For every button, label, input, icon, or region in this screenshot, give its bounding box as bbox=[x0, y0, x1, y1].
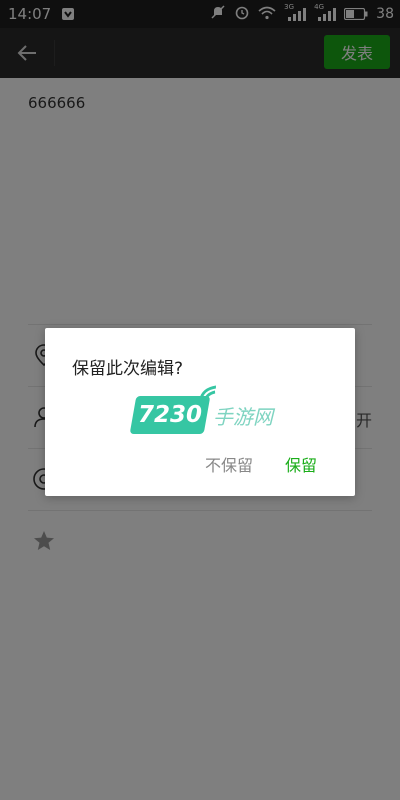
watermark-text: 手游网 bbox=[213, 404, 273, 429]
keep-button[interactable]: 保留 bbox=[285, 452, 317, 476]
discard-button[interactable]: 不保留 bbox=[205, 452, 253, 476]
keep-edit-dialog: 保留此次编辑? 7230 手游网 不保留 保留 bbox=[45, 328, 355, 496]
watermark-badge: 7230 bbox=[129, 385, 216, 434]
dialog-title: 保留此次编辑? bbox=[72, 359, 184, 379]
watermark-logo: 7230 手游网 bbox=[129, 385, 273, 434]
watermark-wifi-icon bbox=[199, 385, 216, 401]
watermark-number: 7230 bbox=[137, 402, 202, 428]
